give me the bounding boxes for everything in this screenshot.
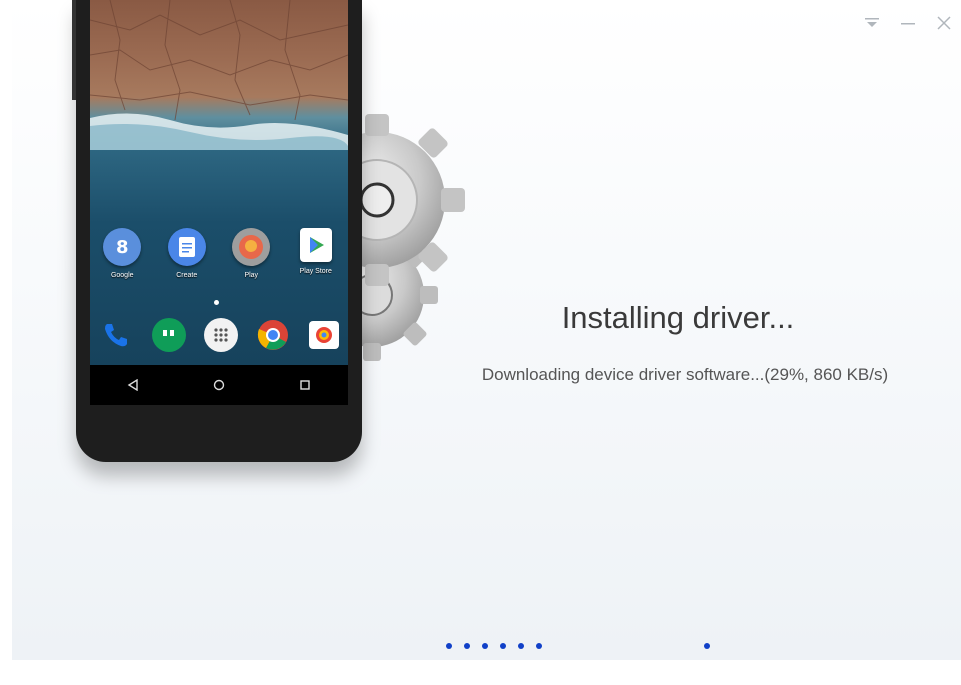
app-create[interactable]: Create — [159, 228, 215, 279]
phone-side-button — [72, 0, 76, 100]
chrome-icon[interactable] — [256, 318, 290, 352]
app-drawer-icon[interactable] — [203, 318, 238, 352]
app-label: Create — [176, 272, 198, 279]
progress-dot — [518, 643, 524, 649]
progress-indicator — [0, 643, 961, 655]
app-play-store[interactable]: Play Store — [288, 228, 344, 279]
google-icon: 8 — [103, 228, 142, 266]
window-controls — [863, 14, 953, 32]
photos-icon[interactable] — [308, 321, 339, 349]
docs-icon — [167, 228, 206, 266]
home-icon[interactable] — [204, 370, 234, 400]
phone-icon[interactable] — [99, 318, 133, 352]
play-games-icon — [232, 228, 271, 266]
progress-dot — [464, 643, 470, 649]
status-title: Installing driver... — [561, 300, 795, 335]
dropdown-icon[interactable] — [863, 14, 881, 32]
app-google[interactable]: 8 Google — [94, 228, 150, 279]
app-play[interactable]: Play — [223, 228, 279, 279]
app-label: Play — [244, 272, 259, 279]
recents-icon[interactable] — [290, 370, 320, 400]
progress-dot — [446, 643, 452, 649]
left-margin — [0, 0, 12, 660]
app-label: Play Store — [299, 268, 332, 275]
home-app-row: 8 Google Create Play Play Store — [90, 228, 348, 279]
wallpaper-texture — [90, 0, 348, 150]
phone-screen: 8 Google Create Play Play Store — [90, 0, 348, 405]
bottom-strip — [0, 660, 961, 685]
hangouts-icon[interactable] — [151, 318, 186, 352]
play-store-icon — [299, 228, 332, 262]
app-label: Google — [110, 272, 134, 279]
close-icon[interactable] — [935, 14, 953, 32]
phone-illustration: 8 Google Create Play Play Store — [72, 0, 362, 462]
progress-dot — [704, 643, 710, 649]
progress-dot — [536, 643, 542, 649]
page-indicator — [214, 300, 219, 305]
installer-window: 8 Google Create Play Play Store Installi… — [12, 0, 961, 660]
status-detail: Downloading device driver software...(29… — [481, 365, 889, 384]
progress-dot — [482, 643, 488, 649]
minimize-icon[interactable] — [899, 14, 917, 32]
progress-dot — [500, 643, 506, 649]
back-icon[interactable] — [118, 370, 148, 400]
phone-dock — [90, 318, 348, 352]
android-nav-bar — [90, 365, 348, 405]
